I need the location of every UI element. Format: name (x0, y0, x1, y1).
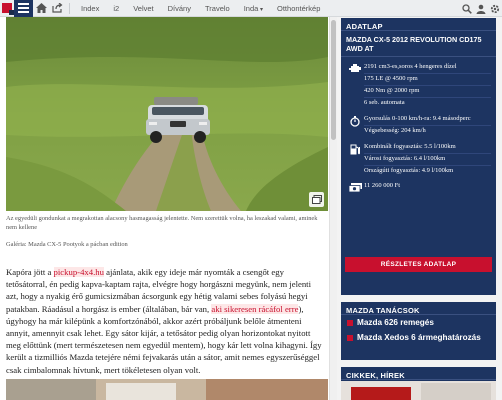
home-icon[interactable] (33, 0, 49, 17)
nav-divider (69, 2, 70, 14)
nav-link-divany[interactable]: Dívány (161, 4, 198, 13)
tip-label: Mazda Xedos 6 ármeghatározás (357, 333, 481, 342)
scrollbar-thumb[interactable] (331, 20, 336, 140)
spec-city-consumption: Városi fogyasztás: 6.4 l/100km (364, 154, 491, 166)
site-logo[interactable] (0, 0, 14, 17)
user-icon[interactable] (475, 3, 486, 14)
tip-link[interactable]: Mazda Xedos 6 ármeghatározás (341, 330, 496, 345)
consumption-specs: Kombinált fogyasztás: 5.5 l/100km Városi… (341, 137, 496, 177)
nav-link-velvet[interactable]: Velvet (126, 4, 160, 13)
news-thumbnail[interactable] (341, 381, 496, 400)
scrollbar[interactable] (329, 17, 337, 400)
spec-acceleration: Gyorsulás 0-100 km/h-ra: 9.4 másodperc (364, 114, 491, 126)
stopwatch-icon (346, 114, 364, 137)
spec-power: 175 LE @ 4500 rpm (364, 74, 491, 86)
photo-caption: Az egyedüli gondunkat a megrakottan alac… (6, 215, 318, 231)
share-icon[interactable] (49, 0, 65, 17)
body-text: ), úgyhogy ha már kilépünk a komfortzóná… (6, 303, 322, 375)
article-body: Kapóra jött a pickup-4x4.hu ajánlata, ak… (6, 266, 324, 376)
article-photo[interactable] (6, 17, 328, 211)
detailed-datasheet-button[interactable]: RÉSZLETES ADATLAP (345, 257, 492, 272)
search-icon[interactable] (461, 3, 472, 14)
gallery-credit[interactable]: Galéria: Mazda CX-5 Pootyok a pácban edi… (6, 241, 322, 248)
fuel-pump-icon (346, 142, 364, 177)
nav-link-inda[interactable]: Inda (237, 4, 270, 13)
body-text: Kapóra jött a (6, 267, 54, 277)
nav-link-otthonterkep[interactable]: Otthontérkép (270, 4, 327, 13)
settings-icon[interactable] (489, 3, 500, 14)
spec-combined-consumption: Kombinált fogyasztás: 5.5 l/100km (364, 142, 491, 154)
car-title: MAZDA CX-5 2012 REVOLUTION CD175 AWD AT (341, 31, 496, 57)
spec-torque: 420 Nm @ 2000 rpm (364, 86, 491, 98)
money-icon (346, 181, 364, 192)
nav-link-i2[interactable]: i2 (106, 4, 126, 13)
bullet-icon (347, 334, 353, 341)
spec-card-header: ADATLAP (341, 18, 496, 31)
price-row: 11 260 000 Ft (341, 177, 496, 196)
tip-label: Mazda 626 remegés (357, 318, 434, 327)
tips-card-header: MAZDA TANÁCSOK (341, 302, 496, 315)
tip-link[interactable]: Mazda 626 remegés (341, 315, 496, 330)
spec-highway-consumption: Országúti fogyasztás: 4.9 l/100km (364, 167, 454, 174)
spec-gearbox: 6 seb. automata (364, 99, 405, 106)
inline-link[interactable]: aki sikeresen rácáfol erre (211, 303, 299, 314)
performance-specs: Gyorsulás 0-100 km/h-ra: 9.4 másodperc V… (341, 109, 496, 137)
spec-card: ADATLAP MAZDA CX-5 2012 REVOLUTION CD175… (341, 18, 496, 295)
tips-card: MAZDA TANÁCSOK Mazda 626 remegés Mazda X… (341, 302, 496, 360)
bullet-icon (347, 319, 353, 326)
nav-link-index[interactable]: Index (74, 4, 106, 13)
spec-top-speed: Végsebesség: 204 km/h (364, 127, 426, 134)
second-article-photo[interactable] (6, 379, 328, 400)
news-card: CIKKEK, HÍREK (341, 367, 496, 400)
news-card-header: CIKKEK, HÍREK (341, 367, 496, 380)
engine-icon (346, 62, 364, 109)
top-navigation: Index i2 Velvet Dívány Travelo Inda Otth… (0, 0, 502, 17)
spec-price: 11 260 000 Ft (364, 182, 401, 189)
nav-link-travelo[interactable]: Travelo (198, 4, 237, 13)
sidebar: ADATLAP MAZDA CX-5 2012 REVOLUTION CD175… (339, 17, 502, 400)
gallery-icon[interactable] (309, 192, 324, 207)
menu-button[interactable] (14, 0, 33, 17)
inline-link[interactable]: pickup-4x4.hu (53, 267, 104, 277)
portal-links: Index i2 Velvet Dívány Travelo Inda Otth… (74, 0, 327, 17)
spec-engine: 2191 cm3-es,soros 4 hengeres dízel (364, 62, 491, 74)
article-column: Az egyedüli gondunkat a megrakottan alac… (0, 17, 329, 400)
engine-specs: 2191 cm3-es,soros 4 hengeres dízel 175 L… (341, 57, 496, 109)
